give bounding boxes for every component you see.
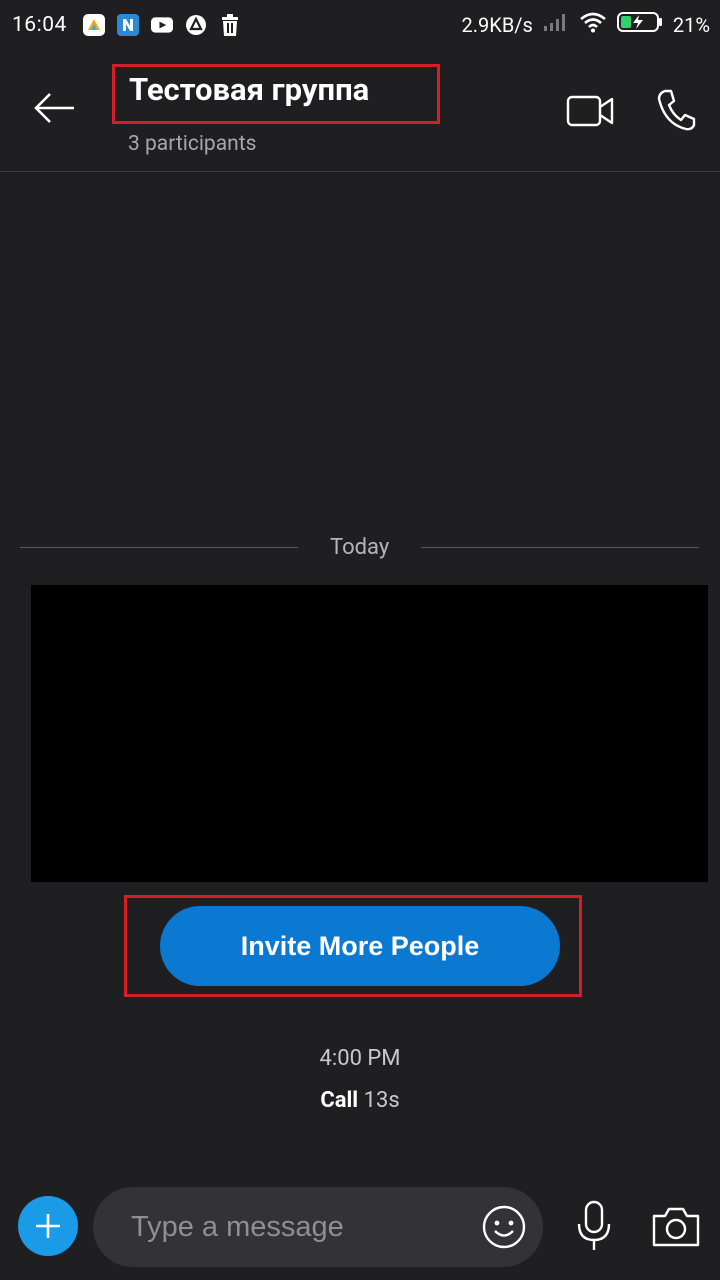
message-field: [93, 1187, 543, 1267]
wifi-icon: [579, 11, 607, 39]
status-time: 16:04: [12, 13, 67, 37]
smiley-icon: [482, 1205, 526, 1249]
colorful-app-icon: [82, 14, 105, 36]
date-label: Today: [330, 534, 390, 560]
add-attachment-button[interactable]: [18, 1196, 78, 1256]
back-button[interactable]: [30, 88, 80, 128]
call-duration: 13s: [363, 1088, 400, 1113]
media-placeholder: [31, 585, 708, 882]
battery-icon: [616, 11, 663, 39]
group-title: Тестовая группа: [129, 71, 370, 108]
camera-icon: [652, 1207, 700, 1247]
camera-button[interactable]: [651, 1206, 701, 1248]
separator-line: [20, 546, 298, 548]
n-app-icon: [116, 14, 139, 36]
title-highlight: Тестовая группа: [112, 64, 440, 124]
status-right: 2.9KB/s 21%: [462, 11, 710, 39]
trash-icon: [219, 14, 241, 36]
call-timestamp: 4:00 PM: [319, 1046, 401, 1071]
voice-message-button[interactable]: [574, 1200, 614, 1252]
network-speed: 2.9KB/s: [461, 13, 533, 37]
call-summary: Call 13s: [0, 1088, 720, 1113]
message-input[interactable]: [131, 1187, 451, 1267]
microphone-icon: [577, 1200, 611, 1250]
status-left: 16:04: [12, 13, 241, 37]
chat-screen: 16:04 2.9KB/s 21% Тестовая группа 3 part…: [0, 0, 720, 1280]
signal-icon: [543, 12, 569, 38]
call-label: Call: [320, 1088, 359, 1113]
video-call-button[interactable]: [566, 94, 616, 128]
header-title-area[interactable]: Тестовая группа 3 participants: [112, 64, 440, 156]
video-camera-icon: [566, 95, 614, 127]
chat-header: Тестовая группа 3 participants: [0, 50, 720, 172]
battery-percent: 21%: [672, 13, 710, 37]
back-arrow-icon: [34, 93, 74, 123]
youtube-icon: [150, 14, 173, 36]
participants-count: 3 participants: [128, 132, 257, 156]
plus-icon: [36, 1214, 60, 1238]
vpn-icon: [185, 14, 207, 36]
invite-more-people-button[interactable]: Invite More People: [160, 906, 560, 986]
status-bar: 16:04 2.9KB/s 21%: [0, 0, 720, 50]
date-separator: Today: [20, 530, 700, 564]
audio-call-button[interactable]: [656, 88, 696, 132]
emoji-button[interactable]: [481, 1204, 527, 1250]
separator-line: [421, 546, 700, 548]
phone-icon: [657, 89, 696, 131]
